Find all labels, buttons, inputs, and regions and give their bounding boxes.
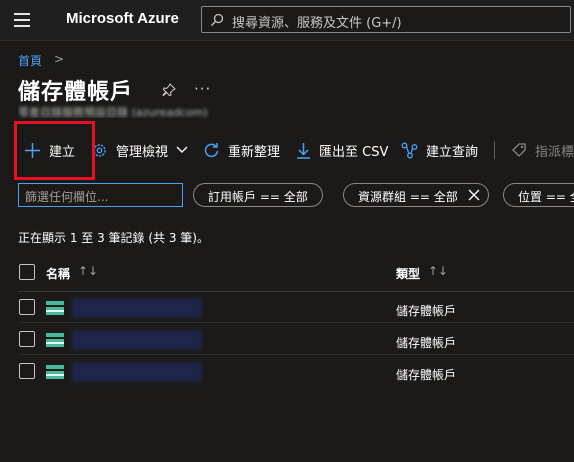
open-query-label: 建立查詢 xyxy=(426,144,479,160)
select-all-checkbox[interactable] xyxy=(19,264,35,280)
column-header-type[interactable]: 類型 xyxy=(396,265,420,282)
header-divider xyxy=(18,291,574,292)
record-count: 正在顯示 1 至 3 筆記錄 (共 3 筆)。 xyxy=(18,231,209,245)
pin-icon[interactable] xyxy=(162,83,176,97)
storage-account-icon xyxy=(46,333,64,347)
manage-view-label: 管理檢視 xyxy=(116,144,169,160)
redacted-resource-name[interactable] xyxy=(72,362,202,382)
assign-tags-label: 指派標 xyxy=(535,144,574,160)
page-subtitle: 零差目錄服務預設目錄 (azureadcom) xyxy=(18,106,208,118)
more-options-icon[interactable]: ··· xyxy=(194,80,211,98)
search-icon xyxy=(211,13,224,26)
top-bar: Microsoft Azure 搜尋資源、服務及文件 (G+/) xyxy=(0,0,574,41)
subscription-filter-label: 訂用帳戶 == 全部 xyxy=(208,190,308,204)
redacted-resource-name[interactable] xyxy=(72,330,202,350)
refresh-button[interactable]: 重新整理 xyxy=(203,139,280,161)
row-divider xyxy=(18,354,574,355)
export-csv-button[interactable]: 匯出至 CSV xyxy=(296,139,388,161)
manage-view-button[interactable]: 管理檢視 xyxy=(91,139,189,161)
storage-account-icon xyxy=(46,301,64,315)
close-icon[interactable] xyxy=(468,189,480,201)
redacted-resource-name[interactable] xyxy=(72,298,202,318)
export-csv-label: 匯出至 CSV xyxy=(319,144,389,160)
resource-group-filter-pill[interactable]: 資源群組 == 全部 xyxy=(343,183,489,207)
row-checkbox[interactable] xyxy=(19,331,35,347)
breadcrumb-home[interactable]: 首頁 xyxy=(18,52,42,69)
subscription-filter-pill[interactable]: 訂用帳戶 == 全部 xyxy=(193,183,323,207)
column-header-name[interactable]: 名稱 xyxy=(46,265,70,282)
row-type: 儲存體帳戶 xyxy=(396,368,457,382)
location-filter-label: 位置 == 全 xyxy=(518,190,574,204)
storage-account-icon xyxy=(46,365,64,379)
download-icon xyxy=(297,142,310,159)
sort-icon[interactable]: ↑↓ xyxy=(428,264,448,278)
tag-icon xyxy=(512,143,526,157)
hamburger-menu-icon[interactable] xyxy=(14,13,30,27)
global-search-input[interactable]: 搜尋資源、服務及文件 (G+/) xyxy=(201,6,571,33)
toolbar-divider xyxy=(494,141,495,159)
assign-tags-button[interactable]: 指派標 xyxy=(511,139,574,161)
sort-icon[interactable]: ↑↓ xyxy=(78,264,98,278)
row-checkbox[interactable] xyxy=(19,363,35,379)
chevron-down-icon xyxy=(176,146,188,153)
search-placeholder: 搜尋資源、服務及文件 (G+/) xyxy=(232,16,402,31)
row-type: 儲存體帳戶 xyxy=(396,336,457,350)
row-checkbox[interactable] xyxy=(19,299,35,315)
refresh-label: 重新整理 xyxy=(228,144,281,160)
page-title: 儲存體帳戶 xyxy=(18,80,134,105)
row-divider xyxy=(18,322,574,323)
chevron-right-icon: > xyxy=(54,52,65,66)
open-query-button[interactable]: 建立查詢 xyxy=(401,139,478,161)
brand-title[interactable]: Microsoft Azure xyxy=(66,10,179,27)
refresh-icon xyxy=(204,142,219,157)
highlight-annotation-box xyxy=(14,121,95,180)
resource-group-filter-label: 資源群組 == 全部 xyxy=(358,190,458,204)
filter-input[interactable]: 篩選任何欄位... xyxy=(18,183,183,207)
query-graph-icon xyxy=(401,142,418,158)
location-filter-pill[interactable]: 位置 == 全 xyxy=(503,183,574,207)
filter-placeholder: 篩選任何欄位... xyxy=(25,190,109,204)
row-type: 儲存體帳戶 xyxy=(396,304,457,318)
